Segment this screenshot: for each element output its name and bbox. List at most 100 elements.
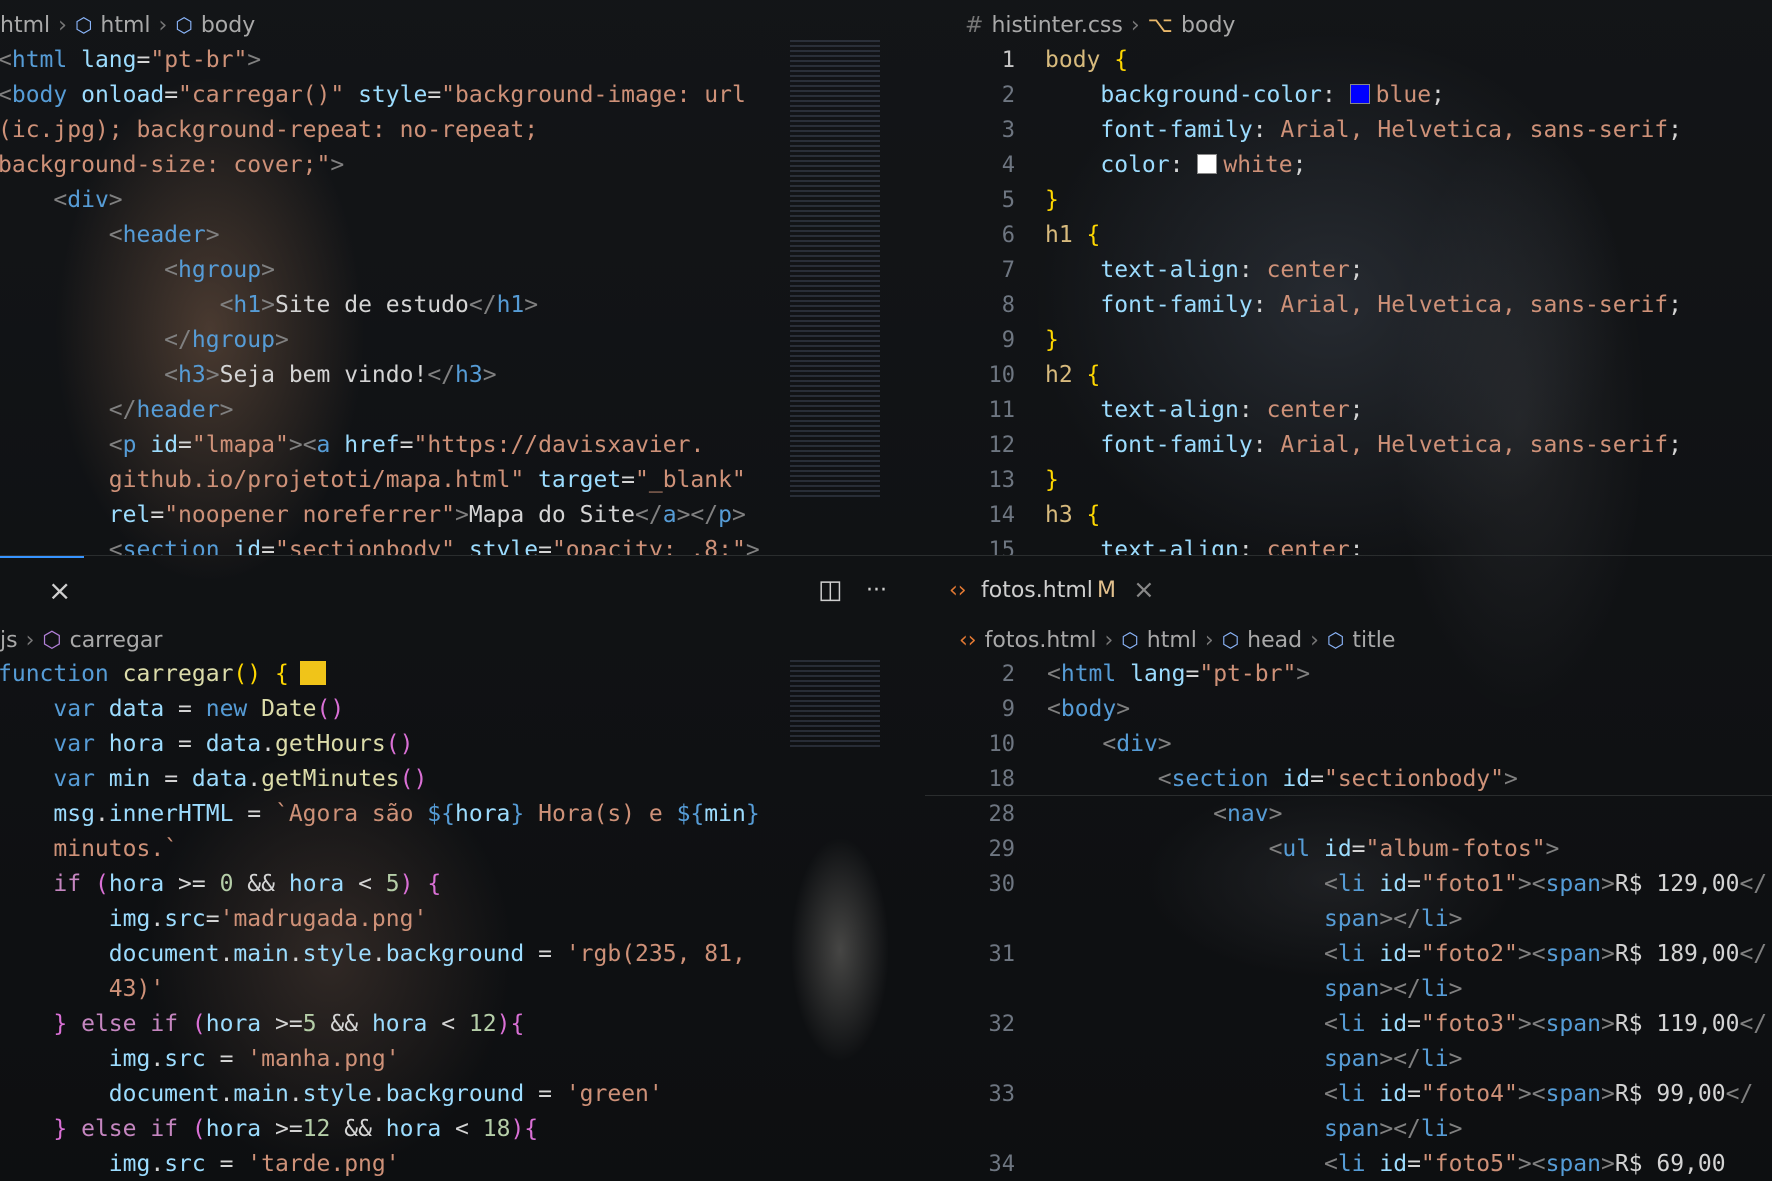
code-token: > <box>247 47 262 73</box>
code-token: 5 <box>385 871 400 897</box>
code-token: text-align <box>1100 537 1239 555</box>
code-line[interactable]: img.src = 'tarde.png' <box>0 1147 760 1181</box>
code-line[interactable]: 43)' <box>0 972 760 1007</box>
code-line[interactable]: <p id="lmapa"><a href="https://davisxavi… <box>0 428 760 463</box>
breadcrumb-item[interactable]: body <box>201 13 255 38</box>
code-area[interactable]: body { background-color: blue; font-fami… <box>1045 43 1682 555</box>
color-swatch[interactable] <box>1197 154 1218 174</box>
close-icon[interactable]: × <box>48 574 71 607</box>
code-line[interactable]: (ic.jpg); background-repeat: no-repeat; <box>0 113 760 148</box>
code-line[interactable]: body { <box>1045 43 1682 78</box>
breadcrumb-item[interactable]: html <box>0 13 50 38</box>
editor-pane-fotos[interactable]: ‹› fotos.html M × ‹› fotos.html › ⬡ html… <box>925 555 1772 1181</box>
breadcrumb-item[interactable]: js <box>0 628 18 653</box>
code-area[interactable]: <html lang="pt-br"> <body onload="carrega… <box>0 43 760 555</box>
breadcrumb-item[interactable]: histinter.css <box>991 13 1122 38</box>
code-line[interactable]: </header> <box>0 393 760 428</box>
code-line[interactable]: font-family: Arial, Helvetica, sans-seri… <box>1045 113 1682 148</box>
code-line[interactable]: } else if (hora >=5 && hora < 12){ <box>0 1007 760 1042</box>
editor-pane-js[interactable]: × ◫ ··· js › ⬡ carregar function carrega… <box>0 555 925 1181</box>
code-line[interactable]: h3 { <box>1045 498 1682 533</box>
code-line[interactable]: background-size: cover;"> <box>0 148 760 183</box>
breadcrumb-item[interactable]: html <box>100 13 150 38</box>
code-line[interactable]: <li id="foto5"><span>R$ 69,00 <box>1047 1147 1767 1181</box>
breadcrumb-item[interactable]: html <box>1147 628 1197 653</box>
more-actions-icon[interactable]: ··· <box>866 578 887 603</box>
code-line[interactable]: span></li> <box>1047 1112 1767 1147</box>
editor-pane-html[interactable]: html › ⬡ html › ⬡ body <html lang="pt-br… <box>0 0 925 555</box>
code-line[interactable]: h1 { <box>1045 218 1682 253</box>
code-token: { <box>1086 222 1101 248</box>
split-editor-icon[interactable]: ◫ <box>818 575 843 605</box>
line-number: 3 <box>1001 118 1015 143</box>
close-icon[interactable]: × <box>1133 575 1155 605</box>
code-token: < <box>164 362 179 388</box>
code-line[interactable]: <body> <box>1047 692 1767 727</box>
code-line[interactable]: var data = new Date() <box>0 692 760 727</box>
code-line[interactable]: function carregar() { <box>0 657 760 692</box>
code-line[interactable]: <li id="foto2"><span>R$ 189,00</ <box>1047 937 1767 972</box>
code-line[interactable]: } <box>1045 323 1682 358</box>
code-line[interactable]: github.io/projetoti/mapa.html" target="_… <box>0 463 760 498</box>
minimap[interactable] <box>790 40 880 500</box>
breadcrumb-item[interactable]: fotos.html <box>985 628 1097 653</box>
tab-fotos-html[interactable]: fotos.html <box>981 578 1093 603</box>
code-line[interactable]: msg.innerHTML = `Agora são ${hora} Hora(… <box>0 797 759 832</box>
code-line[interactable]: <h1>Site de estudo</h1> <box>0 288 760 323</box>
code-line[interactable]: color: white; <box>1045 148 1682 183</box>
code-line[interactable]: var min = data.getMinutes() <box>0 762 760 797</box>
code-line[interactable]: span></li> <box>1047 972 1767 1007</box>
breadcrumb-item[interactable]: title <box>1352 628 1395 653</box>
code-token: > <box>1600 871 1615 897</box>
code-line[interactable]: background-color: blue; <box>1045 78 1682 113</box>
code-area[interactable]: function carregar() { var data = new Dat… <box>0 657 760 1181</box>
code-line[interactable]: <h3>Seja bem vindo!</h3> <box>0 358 760 393</box>
code-line[interactable]: rel="noopener noreferrer">Mapa do Site</… <box>0 498 760 533</box>
code-line[interactable]: text-align: center; <box>1045 533 1682 555</box>
code-line[interactable]: span></li> <box>1047 1042 1767 1077</box>
color-swatch[interactable] <box>1349 84 1370 104</box>
code-line[interactable]: document.main.style.background = 'rgb(23… <box>0 937 760 972</box>
code-line[interactable]: <li id="foto4"><span>R$ 99,00</ <box>1047 1077 1767 1112</box>
code-line[interactable]: h2 { <box>1045 358 1682 393</box>
code-line[interactable]: <html lang="pt-br"> <box>0 43 760 78</box>
code-line[interactable]: text-align: center; <box>1045 393 1682 428</box>
code-line[interactable]: <hgroup> <box>0 253 760 288</box>
code-line[interactable]: font-family: Arial, Helvetica, sans-seri… <box>1045 288 1682 323</box>
breadcrumb-item[interactable]: body <box>1181 13 1235 38</box>
code-line[interactable]: <li id="foto1"><span>R$ 129,00</ <box>1047 867 1767 902</box>
code-line[interactable]: if (hora >= 0 && hora < 5) { <box>0 867 760 902</box>
code-line[interactable]: <section id="sectionbody"> <box>1047 762 1767 797</box>
code-line[interactable]: } <box>1045 463 1682 498</box>
code-line[interactable]: font-family: Arial, Helvetica, sans-seri… <box>1045 428 1682 463</box>
code-line[interactable]: } else if (hora >=12 && hora < 18){ <box>0 1112 760 1147</box>
code-line[interactable]: <li id="foto3"><span>R$ 119,00</ <box>1047 1007 1767 1042</box>
code-line[interactable]: </hgroup> <box>0 323 760 358</box>
code-line[interactable]: <ul id="album-fotos"> <box>1047 832 1767 867</box>
code-line[interactable]: minutos.` <box>0 832 760 867</box>
lightbulb-marker[interactable] <box>300 661 326 685</box>
code-line[interactable]: <section id="sectionbody" style="opacity… <box>0 533 760 555</box>
code-area[interactable]: <html lang="pt-br"> <body> <div> <section… <box>1047 657 1767 1181</box>
code-line[interactable]: } <box>1045 183 1682 218</box>
code-line[interactable]: <div> <box>0 183 760 218</box>
code-line[interactable]: span></li> <box>1047 902 1767 937</box>
code-line[interactable]: <nav> <box>1047 797 1767 832</box>
code-line[interactable]: img.src='madrugada.png' <box>0 902 760 937</box>
breadcrumb-item[interactable]: head <box>1247 628 1302 653</box>
code-line[interactable]: <body onload="carregar()" style="backgro… <box>0 78 760 113</box>
code-line[interactable]: img.src = 'manha.png' <box>0 1042 760 1077</box>
code-line[interactable]: var hora = data.getHours() <box>0 727 760 762</box>
code-line[interactable]: text-align: center; <box>1045 253 1682 288</box>
code-line[interactable]: <html lang="pt-br"> <box>1047 657 1767 692</box>
code-line[interactable]: <header> <box>0 218 760 253</box>
code-token: html <box>1060 661 1117 687</box>
breadcrumb-item[interactable]: carregar <box>70 628 163 653</box>
code-token: li <box>1420 1046 1449 1072</box>
code-line[interactable]: <div> <box>1047 727 1767 762</box>
code-line[interactable]: document.main.style.background = 'green' <box>0 1077 760 1112</box>
code-token: color <box>1100 152 1170 178</box>
minimap[interactable] <box>790 660 880 750</box>
editor-pane-css[interactable]: # histinter.css › ⌥ body 1 2 3 4 5 6 7 8 9 10 11 12… <box>925 0 1772 556</box>
